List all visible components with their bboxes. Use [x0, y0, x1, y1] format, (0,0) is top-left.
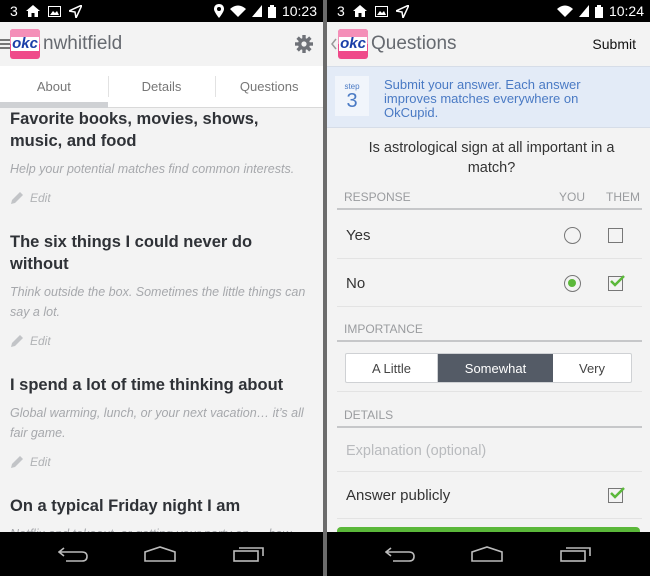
essay-title: I spend a lot of time thinking about	[10, 376, 284, 394]
recent-apps-icon[interactable]	[560, 546, 592, 562]
essay-item: Favorite books, movies, shows, music, an…	[10, 108, 313, 205]
details-header: DETAILS	[337, 406, 642, 428]
checkmark-icon	[610, 274, 625, 287]
profile-tabs: About Details Questions	[0, 66, 323, 108]
wifi-icon	[229, 5, 246, 17]
tab-about[interactable]: About	[0, 66, 108, 108]
essay-hint: Global warming, lunch, or your next vaca…	[10, 406, 304, 440]
edit-button[interactable]: Edit	[10, 191, 313, 205]
question-screen: 3 10:24 okc Questions Submit step 3 Subm…	[327, 0, 650, 576]
home-icon	[352, 5, 367, 17]
back-icon[interactable]	[58, 546, 88, 562]
response-header: RESPONSE YOU THEM	[337, 188, 642, 210]
answer-publicly-row[interactable]: Answer publicly	[337, 472, 642, 519]
essay-title: On a typical Friday night I am	[10, 497, 241, 515]
edit-button[interactable]: Edit	[10, 455, 313, 469]
signal-icon	[578, 5, 589, 17]
essay-hint: Think outside the box. Sometimes the lit…	[10, 285, 306, 319]
explanation-input[interactable]: Explanation (optional)	[337, 430, 642, 472]
importance-header: IMPORTANCE	[337, 320, 642, 342]
response-row-yes[interactable]: Yes	[337, 212, 642, 259]
carrier-indicator: 3	[10, 3, 18, 19]
image-icon	[374, 5, 388, 17]
importance-very[interactable]: Very	[553, 354, 631, 382]
edit-button[interactable]: Edit	[10, 334, 313, 348]
pencil-icon	[11, 192, 23, 204]
essay-hint: Help your potential matches find common …	[10, 162, 295, 176]
pencil-icon	[11, 335, 23, 347]
clock: 10:23	[281, 3, 317, 19]
checkmark-icon	[610, 486, 625, 499]
them-checkbox-no[interactable]	[608, 274, 625, 291]
battery-icon	[594, 4, 603, 18]
menu-icon[interactable]	[0, 38, 10, 50]
app-bar: okc nwhitfield	[0, 22, 323, 66]
essay-item: The six things I could never do without …	[10, 231, 313, 348]
you-column-header: YOU	[558, 190, 585, 204]
navigation-icon	[68, 4, 82, 18]
response-row-no[interactable]: No	[337, 260, 642, 307]
them-checkbox-yes[interactable]	[608, 227, 623, 243]
image-icon	[47, 5, 61, 17]
essay-item: On a typical Friday night I am Netflix a…	[10, 495, 313, 532]
importance-somewhat[interactable]: Somewhat	[438, 354, 553, 382]
system-nav-bar	[327, 532, 650, 576]
home-button-icon[interactable]	[144, 546, 177, 562]
signal-icon	[251, 5, 262, 17]
okc-logo[interactable]: okc	[10, 29, 40, 59]
home-button-icon[interactable]	[471, 546, 504, 562]
navigation-icon	[395, 4, 409, 18]
back-chevron-icon[interactable]	[330, 38, 338, 50]
you-radio-no[interactable]	[564, 274, 581, 292]
them-column-header: THEM	[606, 190, 640, 204]
page-title: Questions	[371, 33, 457, 54]
essay-hint: Netflix and takeout, or getting your par…	[10, 524, 313, 532]
question-text: Is astrological sign at all important in…	[368, 140, 615, 176]
clock: 10:24	[608, 3, 644, 19]
status-bar: 3 10:24	[327, 0, 650, 22]
battery-icon	[267, 4, 276, 18]
profile-screen: 3 10:23 okc nwhitfield About Details Que…	[0, 0, 323, 576]
step-badge: step 3	[335, 76, 369, 116]
location-icon	[213, 4, 224, 18]
tab-details[interactable]: Details	[107, 66, 216, 107]
importance-selector: A Little Somewhat Very	[345, 353, 632, 383]
carrier-indicator: 3	[337, 3, 345, 19]
pencil-icon	[11, 456, 23, 468]
home-icon	[25, 5, 40, 17]
answer-publicly-checkbox[interactable]	[608, 486, 625, 503]
okc-logo[interactable]: okc	[338, 29, 368, 59]
system-nav-bar	[0, 532, 323, 576]
status-bar: 3 10:23	[0, 0, 323, 22]
app-bar: okc Questions Submit	[327, 22, 650, 66]
submit-button[interactable]: Submit	[592, 36, 636, 52]
page-title: nwhitfield	[43, 33, 123, 54]
tab-questions[interactable]: Questions	[215, 66, 323, 107]
essay-item: I spend a lot of time thinking about Glo…	[10, 374, 313, 469]
gear-icon[interactable]	[295, 35, 313, 53]
you-radio-yes[interactable]	[564, 226, 581, 244]
essay-title: The six things I could never do without	[10, 233, 253, 273]
wifi-icon	[556, 5, 573, 17]
essay-list[interactable]: Favorite books, movies, shows, music, an…	[0, 108, 323, 532]
divider	[337, 391, 642, 392]
step-banner: step 3 Submit your answer. Each answer i…	[327, 66, 650, 128]
step-text: Submit your answer. Each answer improves…	[384, 77, 581, 120]
importance-a-little[interactable]: A Little	[346, 354, 438, 382]
essay-title: Favorite books, movies, shows, music, an…	[10, 110, 259, 150]
back-icon[interactable]	[385, 546, 415, 562]
recent-apps-icon[interactable]	[233, 546, 265, 562]
